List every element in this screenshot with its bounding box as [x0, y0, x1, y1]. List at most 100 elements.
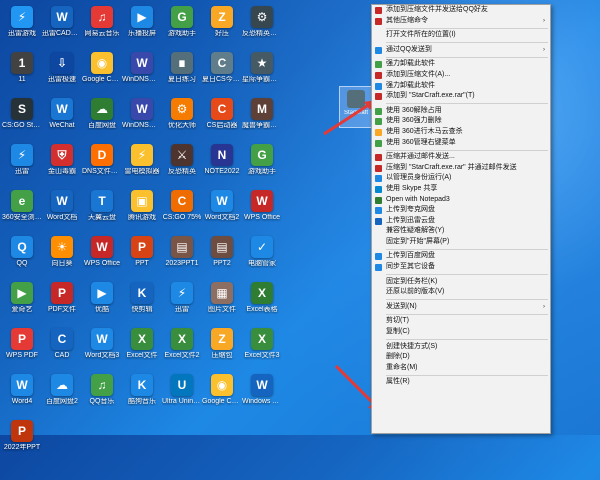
desktop-icon[interactable]: ⚔ 反恐精英 [162, 144, 202, 184]
context-menu-item[interactable]: 添加到压缩文件(A)... [372, 70, 550, 81]
desktop-icon[interactable]: P PPT [122, 236, 162, 276]
desktop-icon[interactable]: X Excel文件3 [242, 328, 282, 368]
desktop-icon[interactable]: ♫ 网易云音乐 [82, 6, 122, 46]
desktop-icon[interactable]: K 酷狗音乐 [122, 374, 162, 414]
desktop-icon[interactable]: P 2022年PPT [2, 420, 42, 460]
context-menu-item[interactable]: 上传到夸克网盘 [372, 205, 550, 216]
desktop-icon[interactable]: W Word文档 [42, 190, 82, 230]
context-menu-item[interactable]: 固定到"开始"屏幕(P) [372, 237, 550, 248]
context-menu-item[interactable]: 压缩到 "StarCraft.exe.rar" 并通过邮件发送 [372, 163, 550, 174]
desktop-icon[interactable]: W Word4 [2, 374, 42, 414]
context-menu-item[interactable]: Open with Notepad3 [372, 195, 550, 206]
desktop-icon[interactable]: X Excel表格 [242, 282, 282, 322]
desktop-icon[interactable]: C CS启动器 [202, 98, 242, 138]
desktop-icon[interactable]: ▶ 优酷 [82, 282, 122, 322]
desktop-icon[interactable]: ▶ 爱奇艺 [2, 282, 42, 322]
desktop-icon[interactable]: K 快剪辑 [122, 282, 162, 322]
desktop-icon[interactable]: W Word文档2 [202, 190, 242, 230]
desktop-icon[interactable]: T 天翼云盘 [82, 190, 122, 230]
desktop-icon[interactable]: Z 好压 [202, 6, 242, 46]
context-menu-item[interactable]: 删除(D) [372, 352, 550, 363]
desktop-icon[interactable]: ▤ PPT2 [202, 236, 242, 276]
desktop-icon[interactable]: ▦ 图片文件 [202, 282, 242, 322]
desktop-icon[interactable]: W Word文档3 [82, 328, 122, 368]
desktop-icon[interactable]: D DNS文件服务器 [82, 144, 122, 184]
desktop-icon[interactable]: 1 11 [2, 52, 42, 92]
desktop-icon[interactable]: ▶ 乐播投屏 [122, 6, 162, 46]
context-menu-item[interactable]: 压缩并通过邮件发送... [372, 152, 550, 163]
desktop-icon[interactable]: G 游戏助手 [242, 144, 282, 184]
desktop-icon[interactable]: W Windows AIK [242, 374, 282, 414]
desktop-icon[interactable]: ⚙ 优化大师 [162, 98, 202, 138]
desktop-icon[interactable]: W WeChat [42, 98, 82, 138]
context-menu-item[interactable]: 添加到 "StarCraft.exe.rar"(T) [372, 91, 550, 102]
desktop-icon[interactable]: ▣ 腾讯游戏 [122, 190, 162, 230]
context-menu-item[interactable]: 其他压缩命令 › [372, 16, 550, 27]
desktop-icon-label: 迅雷 [175, 306, 189, 313]
desktop-icon[interactable]: C CS:GO 75% [162, 190, 202, 230]
desktop-icon[interactable]: P PDF文件 [42, 282, 82, 322]
360-icon [375, 139, 382, 147]
context-menu-item[interactable]: 使用 360进行木马云查杀 [372, 127, 550, 138]
desktop-icon[interactable]: C 夏日CS今年9月01日 [202, 52, 242, 92]
selected-desktop-icon-starcraft[interactable]: StarCraft [339, 86, 373, 128]
desktop-icon[interactable]: Z 压缩包 [202, 328, 242, 368]
desktop-icon[interactable]: W WinDNS解析12 [122, 98, 162, 138]
context-menu-item[interactable]: 强力卸载此软件 [372, 81, 550, 92]
context-menu-item[interactable]: 上传到迅雷云盘 [372, 216, 550, 227]
context-menu-item[interactable]: 还原以前的版本(V) [372, 287, 550, 298]
context-menu-item[interactable]: 使用 360解除占用 [372, 106, 550, 117]
context-menu-item[interactable]: 强力卸载此软件 [372, 59, 550, 70]
desktop-icon[interactable]: ⚙ 反恐精英完美助手 [242, 6, 282, 46]
context-menu-item[interactable]: 复制(C) [372, 327, 550, 338]
context-menu-item[interactable]: 创建快捷方式(S) [372, 342, 550, 353]
desktop-icon[interactable]: W 迅雷CAD看图王电脑版 [42, 6, 82, 46]
desktop-icon[interactable]: ⛨ 金山毒霸 [42, 144, 82, 184]
desktop-icon[interactable]: ⚡ 雷电模拟器 [122, 144, 162, 184]
desktop-icon[interactable]: ★ 星际争霸完美助手 [242, 52, 282, 92]
context-menu-item[interactable]: 同步至其它设备 [372, 262, 550, 273]
desktop-icon[interactable]: M 魔兽争霸助手 [242, 98, 282, 138]
desktop-icon[interactable]: ◉ Google Chrome [202, 374, 242, 414]
desktop-icon[interactable]: ◉ Google Chrome [82, 52, 122, 92]
context-menu-item[interactable]: 打开文件所在的位置(I) [372, 30, 550, 41]
desktop-icon[interactable]: ☁ 百度网盘2 [42, 374, 82, 414]
context-menu-item[interactable]: 添加到压缩文件并发送给QQ好友 [372, 5, 550, 16]
desktop-icon[interactable]: G 游戏助手 [162, 6, 202, 46]
context-menu-item[interactable]: 通过QQ发送到 › [372, 45, 550, 56]
context-menu-item[interactable]: 以管理员身份运行(A) [372, 173, 550, 184]
desktop-icon[interactable]: W WinDNS解析12 [122, 52, 162, 92]
desktop-icon[interactable]: ✓ 电脑管家 [242, 236, 282, 276]
context-menu-item[interactable]: 使用 Skype 共享 [372, 184, 550, 195]
desktop-icon[interactable]: ⇩ 迅雷极速 [42, 52, 82, 92]
context-menu-item[interactable]: 兼容性疑难解答(Y) [372, 226, 550, 237]
desktop-icon[interactable]: X Excel文件 [122, 328, 162, 368]
context-menu-item[interactable]: 上传到百度网盘 [372, 251, 550, 262]
desktop-icon[interactable]: ⚡ 迅雷游戏 [2, 6, 42, 46]
desktop-icon[interactable]: ▤ 2023PPT1 [162, 236, 202, 276]
desktop-icon[interactable]: W WPS Office [242, 190, 282, 230]
context-menu-item[interactable]: 重命名(M) [372, 363, 550, 374]
desktop-icon[interactable]: C CAD [42, 328, 82, 368]
context-menu-item[interactable]: 发送到(N) › [372, 302, 550, 313]
desktop-icon[interactable]: N NOTE2022 [202, 144, 242, 184]
desktop-icon[interactable]: ⚡ 迅雷 [162, 282, 202, 322]
app-icon: G [251, 144, 273, 166]
desktop-icon[interactable]: X Excel文件2 [162, 328, 202, 368]
desktop-icon[interactable]: S CS:GO Steam [2, 98, 42, 138]
desktop-icon[interactable]: Q QQ [2, 236, 42, 276]
context-menu-item[interactable]: 剪切(T) [372, 316, 550, 327]
context-menu-item[interactable]: 属性(R) [372, 377, 550, 388]
desktop-icon[interactable]: ∎ 夏日练习 [162, 52, 202, 92]
desktop-icon[interactable]: ☁ 百度网盘 [82, 98, 122, 138]
desktop-icon[interactable]: U Ultra Uninstaller [162, 374, 202, 414]
desktop-icon[interactable]: W WPS Office [82, 236, 122, 276]
context-menu-item[interactable]: 固定到任务栏(K) [372, 277, 550, 288]
desktop-icon[interactable]: e 360安全浏览器 [2, 190, 42, 230]
desktop-icon[interactable]: ♫ QQ音乐 [82, 374, 122, 414]
context-menu-item[interactable]: 使用 360管理右键菜单 [372, 138, 550, 149]
desktop-icon[interactable]: ☀ 向日葵 [42, 236, 82, 276]
desktop-icon[interactable]: ⚡ 迅雷 [2, 144, 42, 184]
desktop-icon[interactable]: P WPS PDF [2, 328, 42, 368]
context-menu-item[interactable]: 使用 360强力删除 [372, 116, 550, 127]
